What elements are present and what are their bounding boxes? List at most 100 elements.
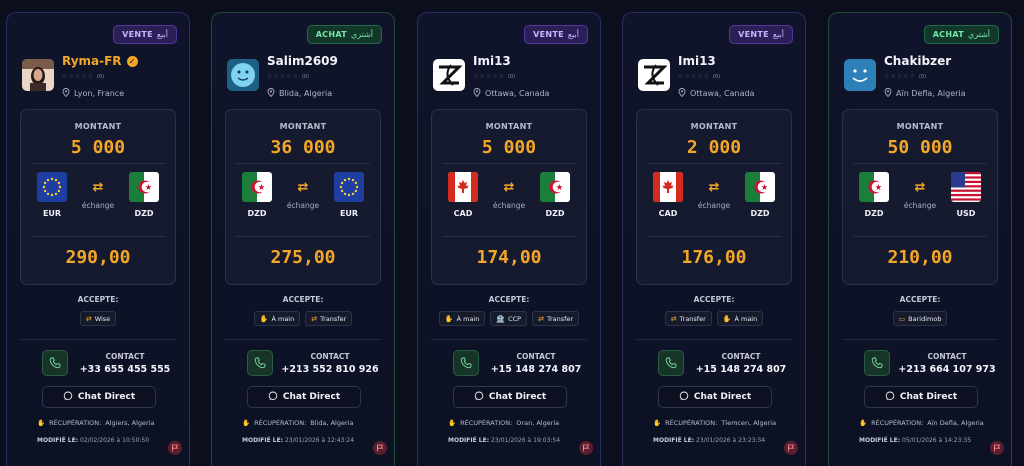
pickup-city: Oran, Algeria	[516, 419, 560, 427]
badge-label: VENTE	[533, 30, 564, 39]
chat-bubble-icon	[268, 391, 278, 404]
chat-direct-button[interactable]: Chat Direct	[42, 386, 156, 408]
contact-phone-number[interactable]: +15 148 274 807	[482, 364, 590, 375]
star-icon: ☆	[896, 73, 903, 80]
avatar[interactable]	[227, 59, 259, 91]
modified-date: MODIFIÉ LE: 23/01/2026 à 12:43:24	[242, 437, 354, 444]
bank-icon: 🏦	[496, 314, 506, 323]
offer-card[interactable]: ACHAT أشتري Salim2609 ☆ ☆ ☆ ☆ ☆ (0) Blida, Algeri…	[211, 12, 395, 466]
username-text: Imi13	[678, 54, 716, 68]
modified-label: MODIFIÉ LE:	[448, 437, 490, 444]
offer-card[interactable]: VENTE أبيع Imi13 ☆ ☆ ☆ ☆ ☆ (0) Ottawa, Canada MONT…	[417, 12, 601, 466]
chat-direct-button[interactable]: Chat Direct	[453, 386, 567, 408]
badge-label: VENTE	[738, 30, 769, 39]
user-location: Lyon, France	[62, 88, 124, 99]
username[interactable]: Imi13	[678, 54, 716, 68]
chat-direct-button[interactable]: Chat Direct	[247, 386, 361, 408]
avatar[interactable]	[844, 59, 876, 91]
call-button[interactable]	[247, 350, 273, 376]
location-pin-icon	[473, 88, 481, 99]
contact-phone-number[interactable]: +33 655 455 555	[71, 364, 179, 375]
rating-stars: ☆ ☆ ☆ ☆ ☆ (0)	[473, 73, 515, 80]
call-button[interactable]	[864, 350, 890, 376]
contact-phone-number[interactable]: +213 664 107 973	[893, 364, 1001, 375]
star-icon: ☆	[479, 73, 485, 80]
call-button[interactable]	[453, 350, 479, 376]
username[interactable]: Salim2609	[267, 54, 338, 68]
payment-method-chip: ⇄ Transfer	[305, 311, 353, 326]
chat-bubble-icon	[679, 391, 689, 404]
star-icon: ☆	[890, 73, 896, 80]
location-pin-icon	[267, 88, 275, 99]
amount-value: 5 000	[481, 137, 537, 158]
rating-count: (0)	[96, 73, 105, 80]
divider	[647, 236, 781, 237]
star-icon: ☆	[74, 73, 81, 80]
pickup-city: Blida, Algeria	[310, 419, 354, 427]
swap-arrows-icon: ⇄	[503, 180, 515, 195]
chat-direct-button[interactable]: Chat Direct	[864, 386, 978, 408]
modified-label: MODIFIÉ LE:	[37, 437, 79, 444]
exchange-rate: 210,00	[887, 247, 953, 268]
star-icon: ☆	[884, 73, 890, 80]
accepted-methods-label: ACCEPTE:	[899, 295, 941, 304]
contact-phone-number[interactable]: +15 148 274 807	[687, 364, 795, 375]
call-button[interactable]	[658, 350, 684, 376]
accepted-methods-label: ACCEPTE:	[282, 295, 324, 304]
call-button[interactable]	[42, 350, 68, 376]
swap-arrows-icon: ⇄	[708, 180, 720, 195]
username-text: Ryma-FR	[62, 54, 122, 68]
username[interactable]: Chakibzer	[884, 54, 951, 68]
offer-card[interactable]: VENTE أبيع Ryma-FR ✓ ☆ ☆ ☆ ☆ ☆ (0) Lyon, France MON…	[6, 12, 190, 466]
star-icon: ☆	[909, 73, 915, 80]
pickup-city: Tlemcen, Algeria	[721, 419, 777, 427]
separator	[225, 339, 381, 340]
report-flag-button[interactable]	[579, 441, 593, 455]
report-flag-button[interactable]	[168, 441, 182, 455]
chat-direct-button[interactable]: Chat Direct	[658, 386, 772, 408]
offer-card[interactable]: ACHAT أشتري Chakibzer ☆ ☆ ☆ ☆ ☆ (0) Aïn Defla, Al…	[828, 12, 1012, 466]
amount-value: 5 000	[70, 137, 126, 158]
payment-method-chip: ✋ À main	[253, 311, 301, 326]
payment-method-label: À main	[456, 314, 480, 323]
offer-card[interactable]: VENTE أبيع Imi13 ☆ ☆ ☆ ☆ ☆ (0) Ottawa, Canada MONT…	[622, 12, 806, 466]
avatar[interactable]	[433, 59, 465, 91]
badge-label-arabic: أشتري	[967, 30, 990, 39]
username[interactable]: Imi13	[473, 54, 511, 68]
report-flag-button[interactable]	[784, 441, 798, 455]
amount-value: 36 000	[270, 137, 336, 158]
flag-icon	[172, 444, 179, 452]
star-icon: ☆	[267, 73, 273, 80]
from-currency-code: DZD	[247, 209, 267, 218]
contact-phone-number[interactable]: +213 552 810 926	[276, 364, 384, 375]
pickup-info: ✋ RÉCUPÉRATION: Oran, Algeria	[448, 419, 559, 427]
phone-icon	[460, 357, 472, 369]
divider	[647, 163, 781, 164]
avatar[interactable]	[638, 59, 670, 91]
pickup-label: RÉCUPÉRATION:	[49, 419, 102, 427]
to-currency-code: DZD	[134, 209, 154, 218]
star-icon: ☆	[498, 73, 504, 80]
modified-date: MODIFIÉ LE: 05/01/2026 à 14:23:35	[859, 437, 971, 444]
username[interactable]: Ryma-FR ✓	[62, 54, 138, 68]
exchange-rate: 275,00	[270, 247, 336, 268]
location-text: Ottawa, Canada	[485, 89, 550, 98]
divider	[31, 236, 165, 237]
payment-method-label: CCP	[508, 314, 522, 323]
star-icon: ☆	[473, 73, 479, 80]
contact-label: CONTACT	[516, 352, 556, 361]
payment-method-chip: ✋ À main	[716, 311, 764, 326]
username-text: Chakibzer	[884, 54, 952, 68]
from-currency-code: CAD	[453, 209, 473, 218]
divider	[442, 163, 576, 164]
amount-label: MONTANT	[74, 122, 122, 131]
report-flag-button[interactable]	[990, 441, 1004, 455]
payment-method-chip: ▭ Baridimob	[892, 311, 948, 326]
offer-type-badge: VENTE أبيع	[113, 25, 177, 44]
avatar[interactable]	[22, 59, 54, 91]
report-flag-button[interactable]	[373, 441, 387, 455]
badge-label: ACHAT	[932, 30, 964, 39]
pickup-city: Algiers, Algeria	[105, 419, 155, 427]
offer-type-badge: ACHAT أشتري	[923, 25, 999, 44]
amount-value: 2 000	[686, 137, 742, 158]
